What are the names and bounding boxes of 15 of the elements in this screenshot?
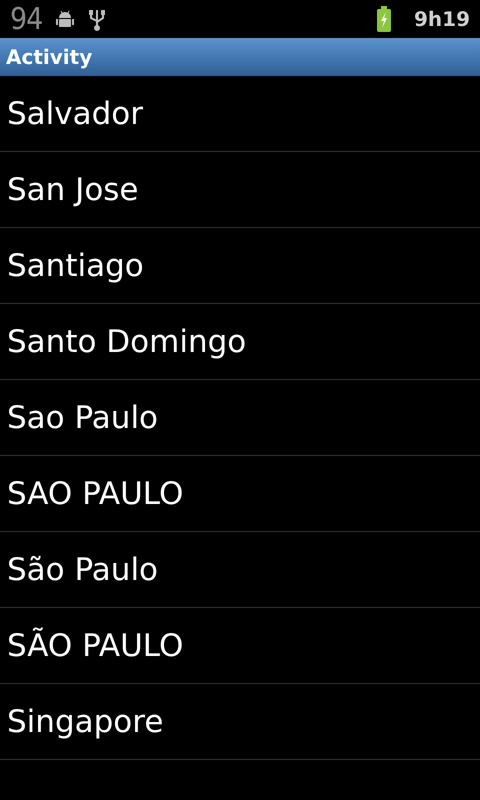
list-item[interactable]: Salvador bbox=[0, 76, 480, 152]
list-item[interactable]: San Jose bbox=[0, 152, 480, 228]
list-item[interactable]: Sao Paulo bbox=[0, 380, 480, 456]
clock-time: 9h19 bbox=[414, 7, 470, 31]
list-item[interactable]: Santo Domingo bbox=[0, 304, 480, 380]
usb-icon bbox=[88, 7, 106, 31]
list-item[interactable]: Singapore bbox=[0, 684, 480, 760]
battery-charging-icon bbox=[376, 6, 392, 32]
list-item[interactable]: São Paulo bbox=[0, 532, 480, 608]
notification-count: 94 bbox=[10, 2, 42, 36]
activity-title: Activity bbox=[6, 45, 92, 69]
list-item[interactable]: Santiago bbox=[0, 228, 480, 304]
list-item[interactable]: SAO PAULO bbox=[0, 456, 480, 532]
android-robot-icon bbox=[54, 8, 76, 30]
list-item[interactable]: SÃO PAULO bbox=[0, 608, 480, 684]
